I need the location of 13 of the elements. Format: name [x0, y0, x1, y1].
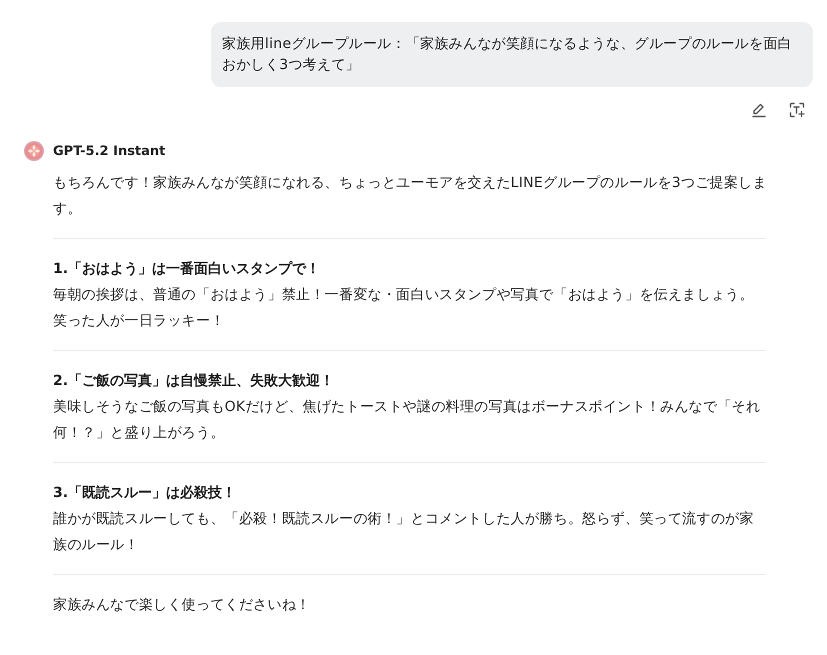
intro-text: もちろんです！家族みんなが笑顔になれる、ちょっとユーモアを交えたLINEグループのルールを3つご提案します。	[53, 174, 768, 219]
model-name: GPT-5.2 Instant	[53, 144, 166, 158]
rule-heading: 1.「おはよう」は一番面白いスタンプで！	[53, 260, 322, 279]
rule-text: 誰かが既読スルーしても、「必殺！既読スルーの術！」とコメントした人が勝ち。怒らず、笑って流すのが家族のルール！	[53, 510, 755, 555]
user-message-bubble: 家族用lineグループルール：「家族みんなが笑顔になるような、グループのルールを面白おかしく3つ考えて」	[211, 22, 813, 87]
text-frame-sparkle-icon	[789, 102, 805, 118]
rule-text: 美味しそうなご飯の写真もOKだけど、焦げたトーストや謎の料理の写真はボーナスポイント！みんなで「それ何！？」と盛り上がろう。	[53, 398, 762, 443]
rule-heading: 2.「ご飯の写真」は自慢禁止、失敗大歓迎！	[53, 372, 336, 391]
rule-heading: 3.「既読スルー」は必殺技！	[53, 484, 238, 503]
rule-text: 毎朝の挨拶は、普通の「おはよう」禁止！一番変な・面白いスタンプや写真で「おはよう」を伝えましょう。笑った人が一日ラッキー！	[53, 286, 755, 331]
pencil-icon	[751, 102, 767, 118]
closing-text: 家族みんなで楽しく使ってくださいね！	[53, 596, 312, 615]
avatar-icon	[24, 141, 44, 161]
